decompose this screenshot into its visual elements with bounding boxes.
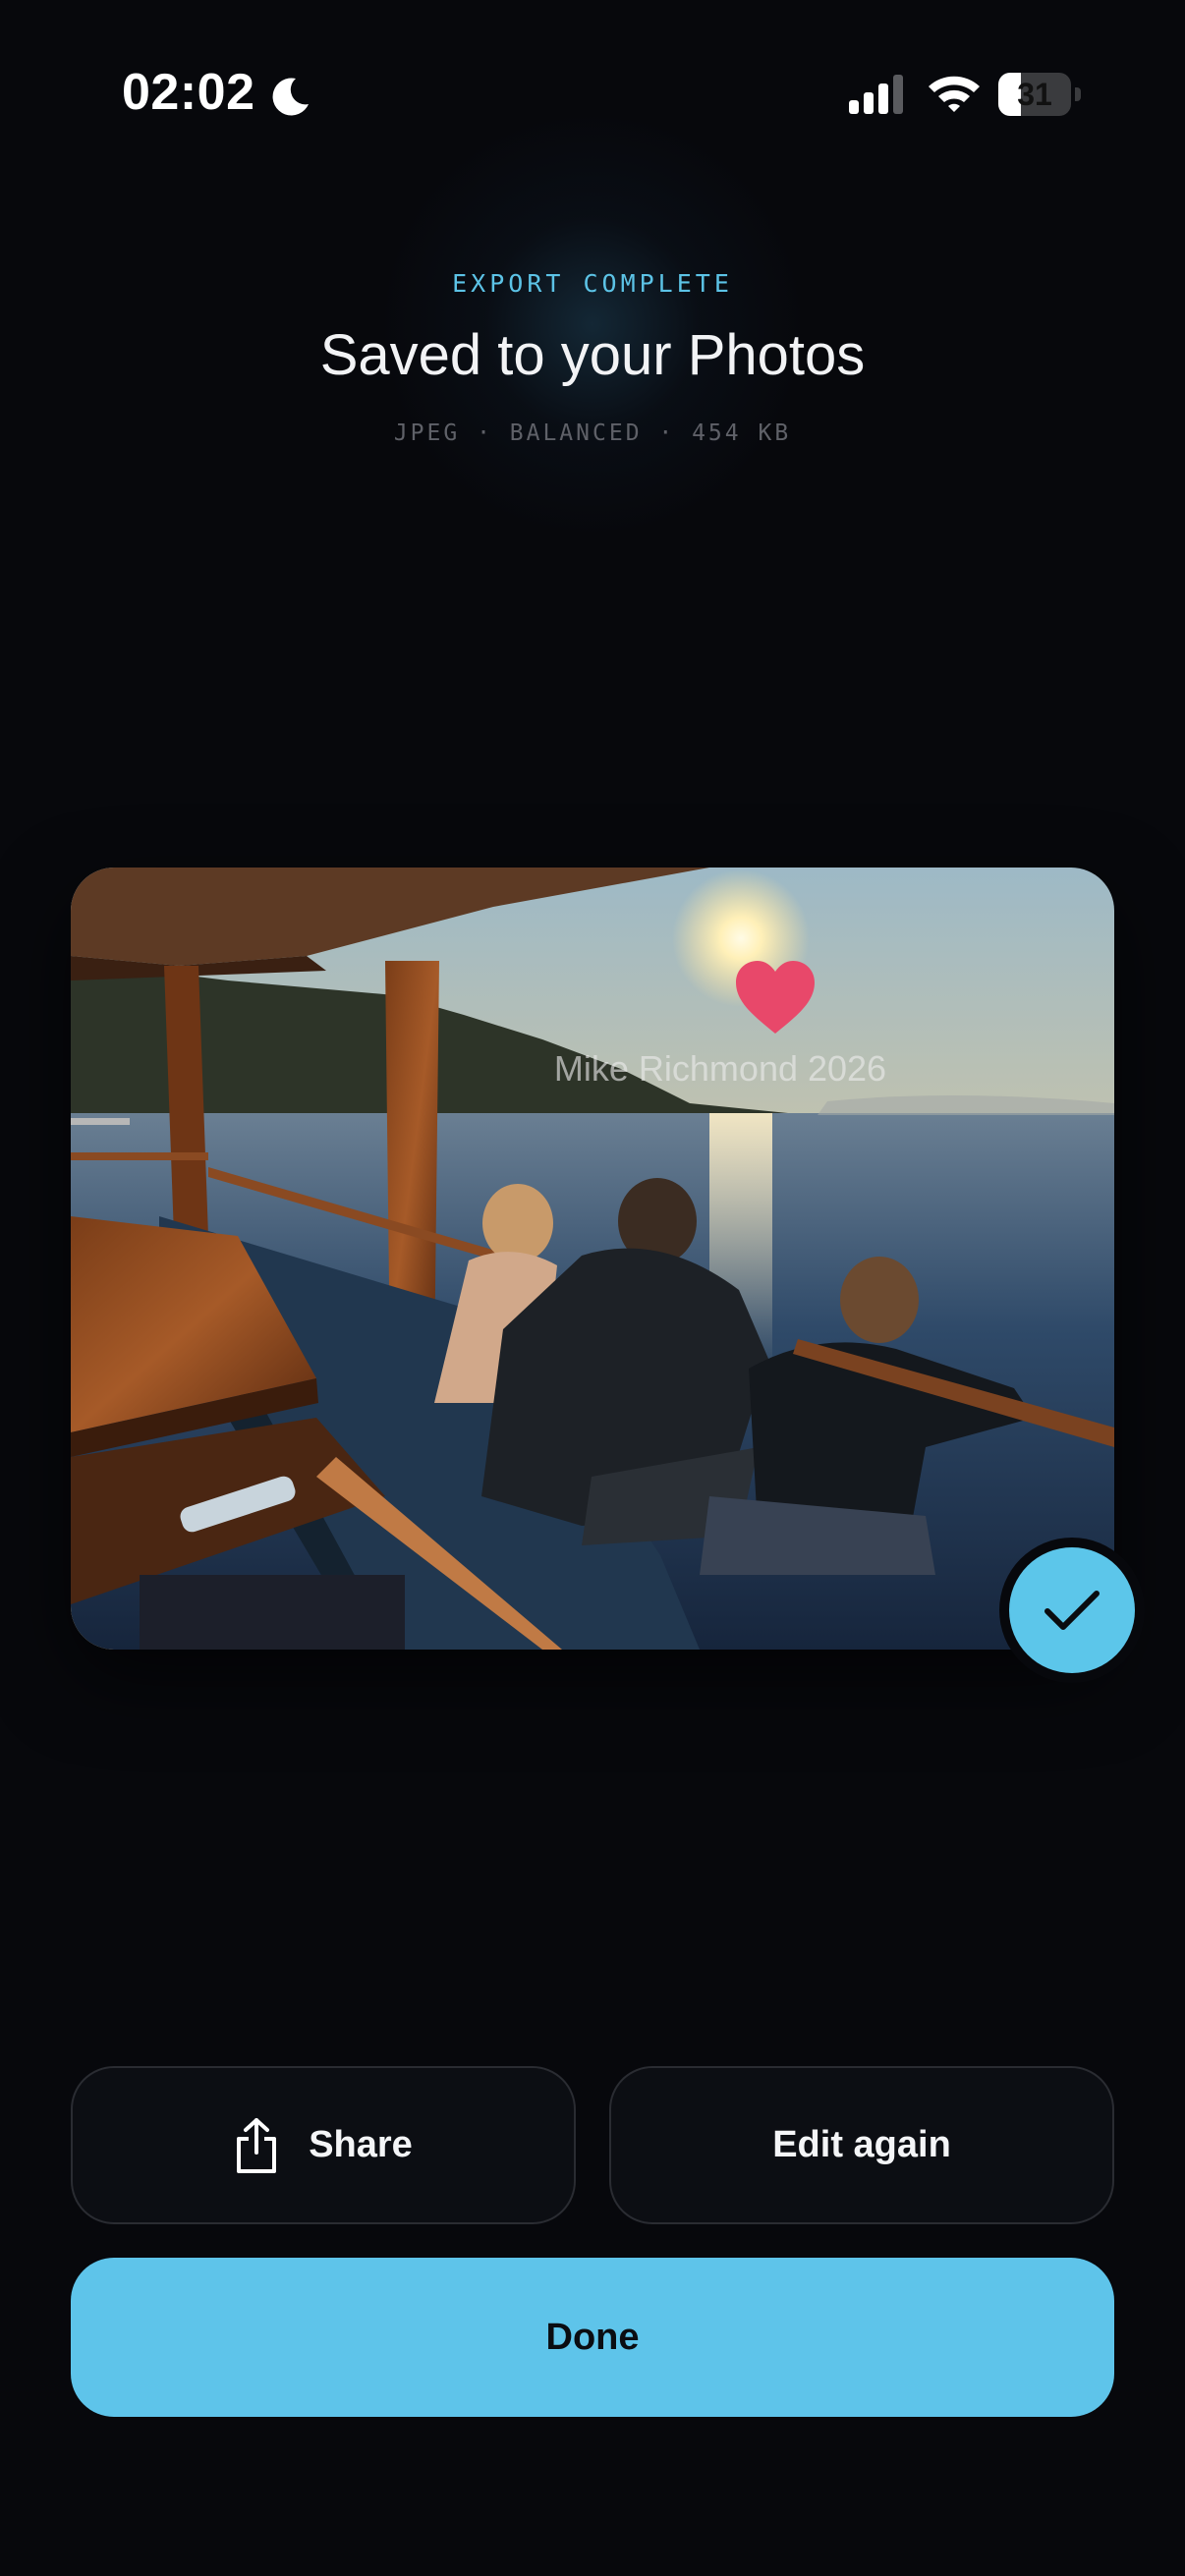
battery-indicator: 31 xyxy=(998,73,1081,116)
page-title: Saved to your Photos xyxy=(319,323,866,387)
wifi-icon xyxy=(929,76,980,112)
watermark-text: Mike Richmond 2026 xyxy=(553,1048,887,1089)
done-button[interactable]: Done xyxy=(71,2258,1114,2417)
edit-again-button-label: Edit again xyxy=(772,2124,951,2165)
export-details: JPEG · BALANCED · 454 KB xyxy=(393,420,792,446)
edit-again-button[interactable]: Edit again xyxy=(609,2066,1114,2224)
export-success-badge xyxy=(999,1538,1145,1683)
heart-icon xyxy=(736,961,815,1034)
share-icon xyxy=(237,2117,277,2173)
share-button[interactable]: Share xyxy=(71,2066,576,2224)
focus-moon-icon xyxy=(272,78,309,116)
share-button-label: Share xyxy=(309,2124,413,2165)
checkmark-icon xyxy=(1044,1591,1100,1630)
battery-level: 31 xyxy=(1017,77,1052,112)
exported-photo-preview: Mike Richmond 2026 xyxy=(71,868,1114,1650)
status-time: 02:02 xyxy=(122,64,255,121)
export-status-label: EXPORT COMPLETE xyxy=(452,269,733,298)
done-button-label: Done xyxy=(545,2316,640,2358)
cellular-signal-icon xyxy=(849,75,903,114)
